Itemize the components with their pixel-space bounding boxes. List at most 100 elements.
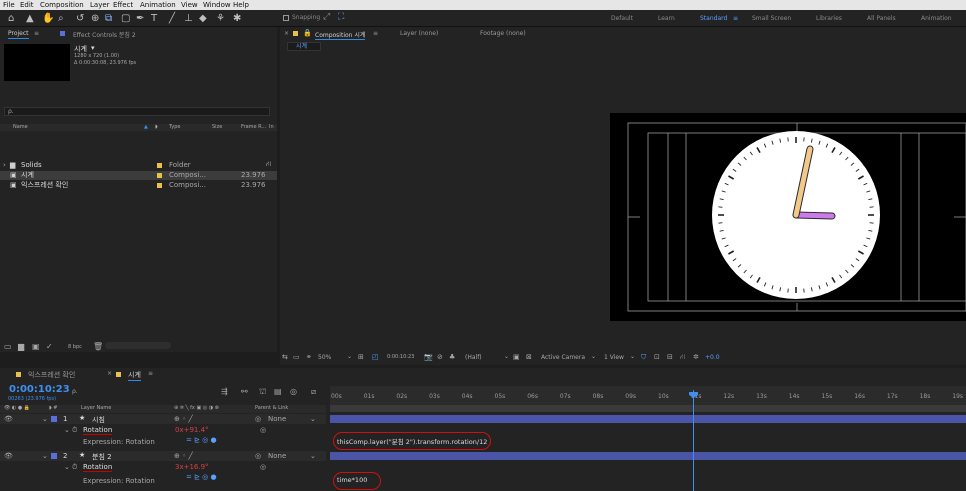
layer-row-1[interactable]: 👁 ⌄ 1 ★ 시침 ⊕ ◦ ╱ ◎ None ⌄ bbox=[0, 414, 326, 424]
parent-select[interactable]: None bbox=[268, 415, 286, 423]
camera-tool-icon[interactable]: ⊕ bbox=[91, 12, 99, 25]
color-channel-icon[interactable]: ♣ bbox=[449, 353, 455, 361]
menu-window[interactable]: Window bbox=[203, 0, 231, 10]
menu-file[interactable]: File bbox=[3, 0, 15, 10]
interpret-footage-icon[interactable]: ▭ bbox=[4, 342, 12, 351]
rotate-tool-icon[interactable]: ↺ bbox=[76, 12, 84, 25]
menu-animation[interactable]: Animation bbox=[140, 0, 176, 10]
snap-icon[interactable]: ⤢ bbox=[323, 12, 330, 22]
view-dropdown-icon[interactable]: ⌄ bbox=[630, 353, 635, 360]
shape-tool-icon[interactable]: ▢ bbox=[121, 12, 130, 25]
workspace-menu-icon[interactable]: ≡ bbox=[733, 15, 738, 22]
layer-switches-icon[interactable]: ⊕ ◦ ╱ bbox=[174, 452, 193, 460]
pick-whip-icon[interactable]: ◎ bbox=[255, 452, 261, 460]
draft-3d-icon[interactable]: ⚯ bbox=[241, 387, 248, 396]
tab-layer[interactable]: Layer (none) bbox=[400, 30, 438, 37]
current-time[interactable]: 0:00:10:23 bbox=[387, 354, 414, 360]
always-preview-icon[interactable]: ⇆ bbox=[282, 353, 288, 361]
property-name[interactable]: Rotation bbox=[83, 426, 113, 435]
resolution-select[interactable]: (Half) bbox=[465, 354, 482, 361]
property-value[interactable]: 0x+91.4° bbox=[175, 426, 209, 434]
zoom-tool-icon[interactable]: ⌕ bbox=[58, 12, 64, 25]
selection-tool-icon[interactable]: ▲ bbox=[26, 12, 34, 25]
expand-arrow-icon[interactable]: ⌄ bbox=[42, 452, 48, 460]
roto-brush-tool-icon[interactable]: ⚘ bbox=[216, 12, 225, 25]
tab-composition[interactable]: Composition 시계 bbox=[315, 30, 366, 40]
menu-effect[interactable]: Effect bbox=[113, 0, 133, 10]
timeline-menu-icon[interactable]: ≡ bbox=[148, 370, 153, 377]
puppet-tool-icon[interactable]: ✱ bbox=[233, 12, 241, 25]
parent-dropdown-icon[interactable]: ⌄ bbox=[310, 415, 316, 423]
viewer-close-icon[interactable]: × bbox=[284, 30, 289, 37]
project-search-input[interactable]: ρ. bbox=[4, 107, 270, 116]
timeline-current-time[interactable]: 0:00:10:23 bbox=[9, 384, 70, 395]
tab-project[interactable]: Project bbox=[8, 30, 29, 39]
pick-whip-icon[interactable]: ◎ bbox=[260, 463, 266, 471]
comp-breadcrumb[interactable]: 시계 bbox=[287, 42, 321, 51]
layer-row-2[interactable]: 👁 ⌄ 2 ★ 분침 2 ⊕ ◦ ╱ ◎ None ⌄ bbox=[0, 451, 326, 461]
tab-effect-controls[interactable]: Effect Controls 분침 2 bbox=[73, 30, 136, 39]
menu-layer[interactable]: Layer bbox=[90, 0, 110, 10]
column-layer-name[interactable]: Layer Name bbox=[81, 405, 111, 411]
new-folder-icon[interactable]: ▆ bbox=[18, 342, 24, 351]
sort-arrow-icon[interactable]: ▲ bbox=[144, 124, 148, 130]
type-tool-icon[interactable]: T bbox=[151, 12, 157, 25]
show-snapshot-icon[interactable]: ⊘ bbox=[437, 353, 443, 361]
column-size[interactable]: Size bbox=[212, 124, 222, 130]
playhead[interactable] bbox=[689, 390, 699, 491]
project-scrollbar[interactable] bbox=[105, 342, 171, 349]
snapshot-icon[interactable]: 📷 bbox=[424, 353, 433, 361]
workspace-all-panels[interactable]: All Panels bbox=[867, 15, 896, 22]
tab-clock[interactable]: 시계 bbox=[128, 370, 141, 381]
layer-switches-icon[interactable]: ⊕ ◦ ╱ bbox=[174, 415, 193, 423]
eraser-tool-icon[interactable]: ◆ bbox=[199, 12, 207, 25]
tab-footage[interactable]: Footage (none) bbox=[480, 30, 526, 37]
home-icon[interactable]: ⌂ bbox=[8, 12, 14, 25]
pan-behind-tool-icon[interactable]: ⧉ bbox=[105, 12, 112, 25]
transparency-grid-icon[interactable]: ◰ bbox=[372, 353, 379, 361]
brush-tool-icon[interactable]: ╱ bbox=[169, 12, 175, 25]
frame-blending-icon[interactable]: ▤ bbox=[274, 387, 282, 396]
workspace-standard[interactable]: Standard bbox=[700, 15, 727, 22]
workspace-learn[interactable]: Learn bbox=[658, 15, 675, 22]
motion-blur-icon[interactable]: ◎ bbox=[290, 387, 297, 396]
expression-controls-icons[interactable]: = ⊵ ◎ ● bbox=[186, 436, 217, 444]
view-layout-select[interactable]: 1 View bbox=[604, 354, 624, 361]
pen-tool-icon[interactable]: ✒ bbox=[136, 12, 144, 25]
snap-target-icon[interactable]: ⛶ bbox=[338, 12, 344, 22]
project-menu-icon[interactable]: ≡ bbox=[34, 30, 39, 37]
menu-edit[interactable]: Edit bbox=[20, 0, 34, 10]
hand-tool-icon[interactable]: ✋ bbox=[42, 12, 54, 25]
visibility-icon[interactable]: 👁 bbox=[4, 452, 13, 460]
selected-item-dropdown-icon[interactable]: ▾ bbox=[91, 44, 95, 52]
toggle-transparency-icon[interactable]: ⊠ bbox=[526, 353, 532, 361]
column-type[interactable]: Type bbox=[169, 124, 180, 130]
expand-arrow-icon[interactable]: ⌄ bbox=[64, 463, 70, 471]
view-options-icon[interactable]: ⛉ bbox=[641, 353, 646, 362]
pixel-aspect-icon[interactable]: ⊡ bbox=[654, 353, 660, 361]
exposure-reset-icon[interactable]: ✲ bbox=[693, 353, 699, 361]
mask-visibility-icon[interactable]: ⚭ bbox=[306, 353, 312, 361]
bit-depth[interactable]: 8 bpc bbox=[68, 344, 82, 350]
flowchart-icon[interactable]: ⛙ bbox=[266, 160, 271, 169]
layer-bar-2[interactable] bbox=[330, 452, 966, 460]
work-area-bar[interactable] bbox=[330, 405, 966, 412]
layer-label-color[interactable] bbox=[51, 453, 57, 459]
graph-editor-icon[interactable]: ⧄ bbox=[311, 387, 316, 397]
zoom-level[interactable]: 50% bbox=[318, 354, 331, 361]
comp-tab-menu-icon[interactable]: ≡ bbox=[373, 30, 378, 37]
lock-icon[interactable]: 🔒 bbox=[303, 29, 312, 37]
project-item[interactable]: ▣ 익스프레션 확인 Composi... 23.976 bbox=[0, 181, 277, 190]
property-value[interactable]: 3x+16.9° bbox=[175, 463, 209, 471]
layer-name[interactable]: 분침 2 bbox=[92, 452, 112, 462]
workspace-small-screen[interactable]: Small Screen bbox=[752, 15, 791, 22]
region-of-interest-icon[interactable]: ▭ bbox=[293, 353, 300, 361]
timeline-search-input[interactable]: ρ. bbox=[70, 388, 220, 397]
shy-layers-icon[interactable]: ⛫ bbox=[259, 387, 266, 397]
resolution-dropdown-icon[interactable]: ⌄ bbox=[504, 353, 509, 360]
column-frame-rate[interactable]: Frame R... bbox=[241, 124, 266, 130]
comp-canvas[interactable] bbox=[610, 113, 966, 321]
comp-mini-flowchart-icon[interactable]: ⇶ bbox=[221, 387, 228, 396]
grid-icon[interactable]: ⊞ bbox=[358, 353, 364, 361]
pick-whip-icon[interactable]: ◎ bbox=[255, 415, 261, 423]
